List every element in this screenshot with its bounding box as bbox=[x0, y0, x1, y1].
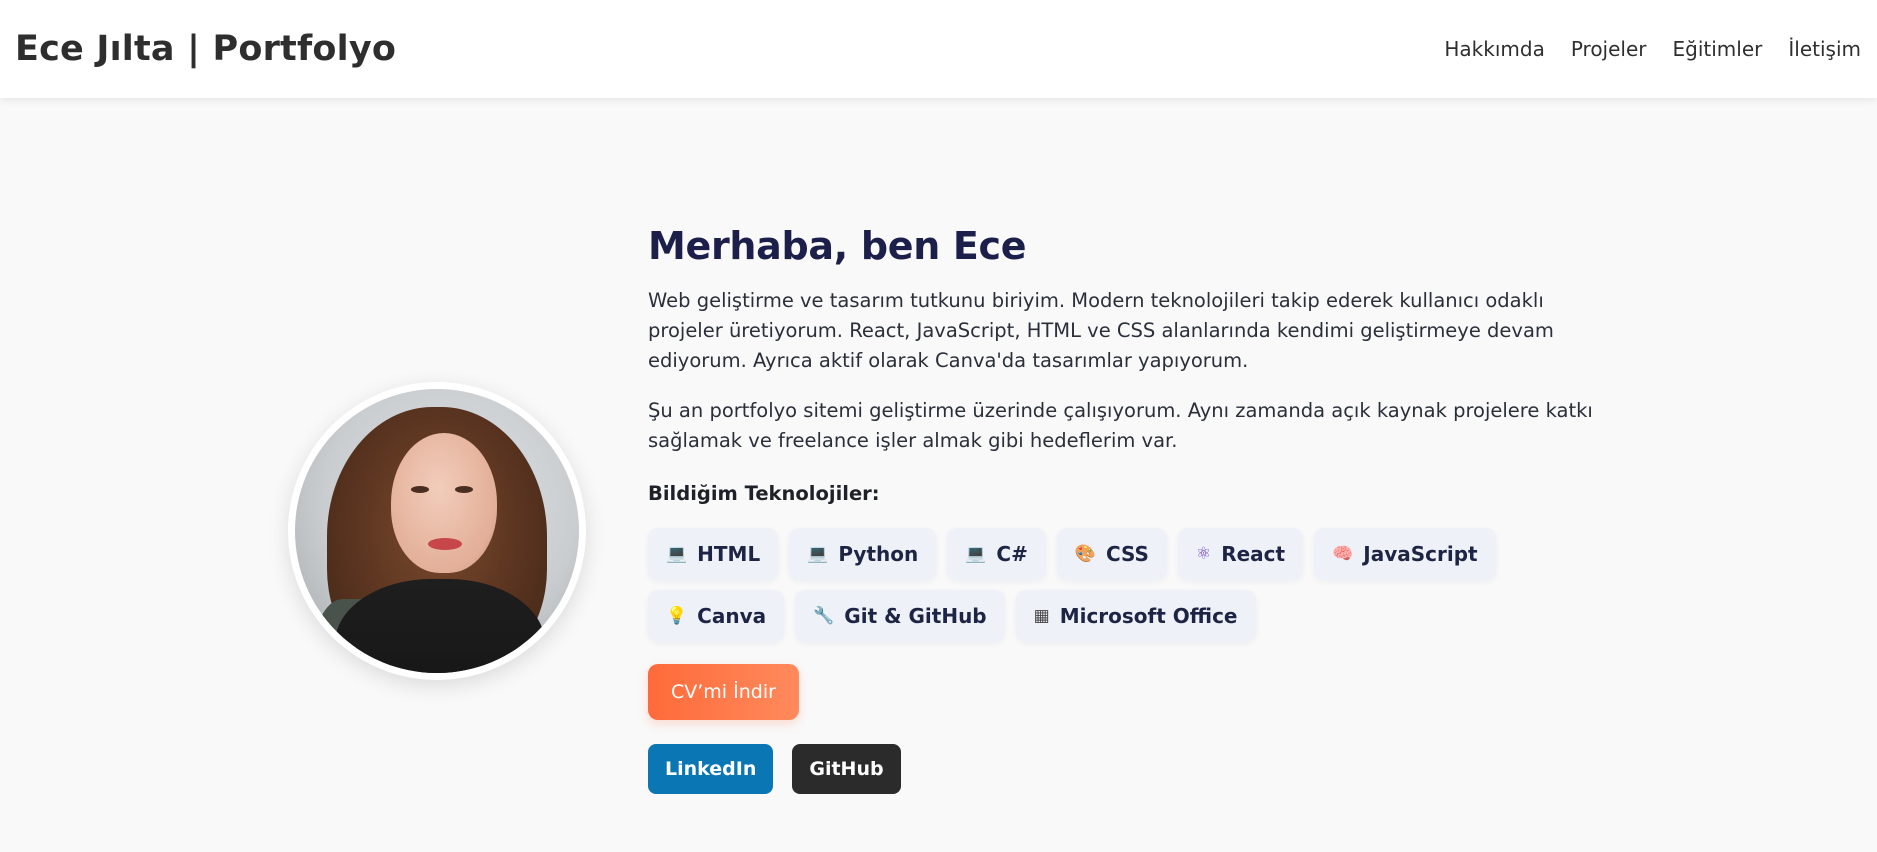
nav-link-hakkimda[interactable]: Hakkımda bbox=[1444, 37, 1544, 61]
technologies-title: Bildiğim Teknolojiler: bbox=[648, 482, 880, 505]
site-header: Ece Jılta | Portfolyo Hakkımda Projeler … bbox=[0, 0, 1877, 98]
tech-chip-python: 💻 Python bbox=[789, 528, 937, 580]
document-icon: ▦ bbox=[1033, 606, 1050, 626]
about-paragraph-2: Şu an portfolyo sitemi geliştirme üzerin… bbox=[648, 399, 1593, 452]
tech-chip-label: Canva bbox=[697, 604, 767, 628]
github-button[interactable]: GitHub bbox=[792, 744, 901, 794]
palette-icon: 🎨 bbox=[1074, 544, 1096, 564]
tech-chip-label: Python bbox=[838, 542, 919, 566]
nav-link-iletisim[interactable]: İletişim bbox=[1788, 37, 1861, 61]
about-heading: Merhaba, ben Ece bbox=[648, 224, 1027, 268]
tech-chip-microsoft-office: ▦ Microsoft Office bbox=[1015, 590, 1256, 642]
laptop-icon: 💻 bbox=[666, 544, 688, 564]
lightbulb-icon: 💡 bbox=[666, 606, 688, 626]
laptop-icon: 💻 bbox=[965, 544, 987, 564]
profile-photo bbox=[295, 389, 579, 673]
tech-chip-label: HTML bbox=[697, 542, 761, 566]
technology-list: 💻 HTML 💻 Python 💻 C# 🎨 CSS ⚛ React 🧠 JavaScrip… bbox=[648, 528, 1588, 642]
wrench-icon: 🔧 bbox=[813, 606, 835, 626]
main-nav: Hakkımda Projeler Eğitimler İletişim bbox=[1444, 37, 1861, 61]
tech-chip-css: 🎨 CSS bbox=[1056, 528, 1167, 580]
laptop-icon: 💻 bbox=[807, 544, 829, 564]
tech-chip-csharp: 💻 C# bbox=[947, 528, 1046, 580]
social-links: LinkedIn GitHub bbox=[648, 744, 1608, 794]
tech-chip-javascript: 🧠 JavaScript bbox=[1314, 528, 1496, 580]
tech-chip-label: JavaScript bbox=[1363, 542, 1478, 566]
tech-chip-react: ⚛ React bbox=[1177, 528, 1304, 580]
atom-icon: ⚛ bbox=[1195, 544, 1212, 564]
tech-chip-html: 💻 HTML bbox=[648, 528, 779, 580]
tech-chip-label: Microsoft Office bbox=[1059, 604, 1238, 628]
nav-link-egitimler[interactable]: Eğitimler bbox=[1673, 37, 1763, 61]
about-paragraph-1: Web geliştirme ve tasarım tutkunu biriyi… bbox=[648, 289, 1554, 372]
nav-link-projeler[interactable]: Projeler bbox=[1571, 37, 1647, 61]
photo-eye-left bbox=[411, 486, 429, 493]
brand-title[interactable]: Ece Jılta | Portfolyo bbox=[15, 29, 396, 69]
tech-chip-git-github: 🔧 Git & GitHub bbox=[795, 590, 1005, 642]
tech-chip-label: Git & GitHub bbox=[844, 604, 987, 628]
tech-chip-label: CSS bbox=[1106, 542, 1149, 566]
tech-chip-label: C# bbox=[996, 542, 1028, 566]
download-cv-button[interactable]: CV’mi İndir bbox=[648, 664, 799, 720]
about-section: Merhaba, ben Ece Web geliştirme ve tasar… bbox=[648, 224, 1608, 794]
linkedin-button[interactable]: LinkedIn bbox=[648, 744, 774, 794]
tech-chip-canva: 💡 Canva bbox=[648, 590, 785, 642]
photo-eye-right bbox=[455, 486, 473, 493]
tech-chip-label: React bbox=[1221, 542, 1286, 566]
photo-lips bbox=[428, 538, 462, 550]
brain-icon: 🧠 bbox=[1332, 544, 1354, 564]
photo-face bbox=[391, 433, 497, 573]
profile-photo-frame bbox=[288, 382, 586, 680]
